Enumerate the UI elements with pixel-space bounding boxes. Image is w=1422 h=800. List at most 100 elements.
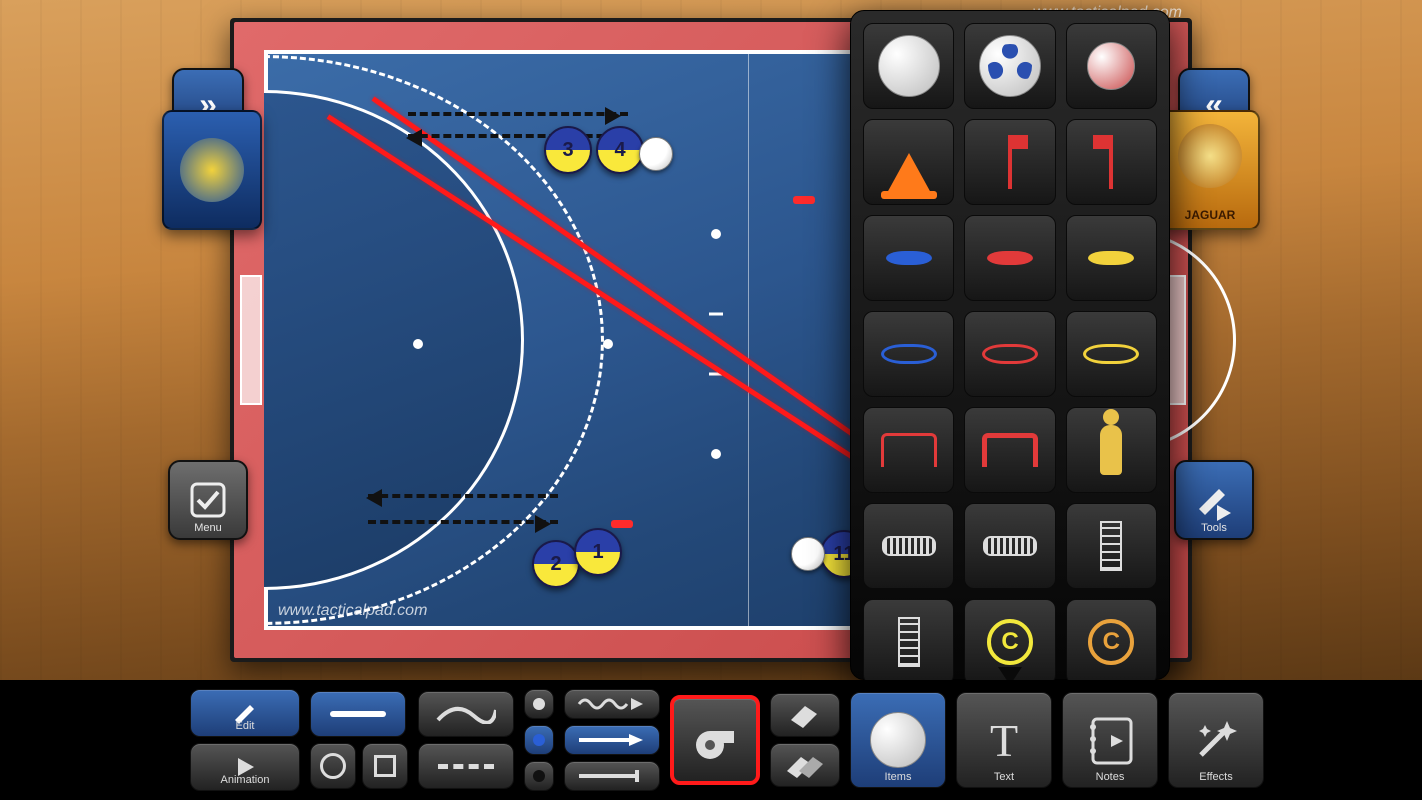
color-white-button[interactable]: [524, 689, 554, 719]
item-disc-red[interactable]: [964, 215, 1055, 301]
mid-line: [748, 54, 749, 626]
dashed-line-button[interactable]: [418, 743, 514, 789]
eraser-button[interactable]: [770, 693, 840, 737]
item-ladder-1[interactable]: [1066, 503, 1157, 589]
tools-button[interactable]: Tools: [1174, 460, 1254, 540]
dot-icon: [533, 734, 545, 746]
text-button[interactable]: T Text: [956, 692, 1052, 788]
pole-icon: [1008, 135, 1012, 189]
block-line-button[interactable]: [564, 761, 660, 791]
circle-button[interactable]: [310, 743, 356, 789]
marker-token[interactable]: [611, 520, 633, 528]
item-disc-yellow[interactable]: [1066, 215, 1157, 301]
item-pole[interactable]: [964, 119, 1055, 205]
curve-icon: [436, 704, 496, 724]
item-ball-white[interactable]: [863, 23, 954, 109]
pass-arrow[interactable]: [408, 112, 628, 116]
eraser-icon: [787, 702, 823, 728]
pencil-play-icon: [1193, 479, 1235, 521]
notes-label: Notes: [1096, 771, 1125, 783]
dashed-icon: [438, 764, 494, 769]
disc-icon: [1088, 251, 1134, 265]
marker-token[interactable]: [793, 196, 815, 204]
circle-icon: [320, 753, 346, 779]
player-num: 3: [562, 139, 573, 162]
player-token[interactable]: 2: [532, 540, 580, 588]
item-disc-blue[interactable]: [863, 215, 954, 301]
player-num: 2: [550, 553, 561, 576]
field-dot: [711, 229, 721, 239]
item-hurdle-1[interactable]: [863, 503, 954, 589]
soccer-ball-icon: [870, 712, 926, 768]
ring-icon: [982, 344, 1038, 364]
whistle-button[interactable]: [670, 695, 760, 785]
player-token[interactable]: 3: [544, 126, 592, 174]
item-goal-small[interactable]: [863, 407, 954, 493]
coach-icon: C: [1088, 619, 1134, 665]
curve-button[interactable]: [418, 691, 514, 737]
field-hash: [709, 313, 723, 316]
player-num: 1: [592, 541, 603, 564]
notes-button[interactable]: Notes: [1062, 692, 1158, 788]
square-icon: [374, 755, 396, 777]
square-button[interactable]: [362, 743, 408, 789]
whistle-icon: [690, 715, 740, 765]
ball-token[interactable]: [639, 137, 673, 171]
pass-arrow[interactable]: [368, 494, 558, 498]
color-blue-button[interactable]: [524, 725, 554, 755]
edit-button[interactable]: Edit: [190, 689, 300, 737]
arrow-button[interactable]: [564, 725, 660, 755]
item-ball-blue[interactable]: [964, 23, 1055, 109]
field-dot: [413, 339, 423, 349]
color-black-button[interactable]: [524, 761, 554, 791]
item-ring-blue[interactable]: [863, 311, 954, 397]
player-token[interactable]: 1: [574, 528, 622, 576]
goal-icon: [881, 433, 937, 467]
field-dot: [711, 449, 721, 459]
arrow-icon: [577, 732, 647, 748]
item-mannequin[interactable]: [1066, 407, 1157, 493]
watermark: www.tacticalpad.com: [278, 602, 427, 620]
field-dot: [603, 339, 613, 349]
ring-icon: [881, 344, 937, 364]
pass-arrow[interactable]: [408, 134, 628, 138]
notes-icon: [1083, 713, 1137, 767]
item-ring-red[interactable]: [964, 311, 1055, 397]
eraser-icon: [785, 751, 825, 779]
disc-icon: [886, 251, 932, 265]
team-badge-left[interactable]: [162, 110, 262, 230]
effects-button[interactable]: Effects: [1168, 692, 1264, 788]
block-icon: [577, 768, 647, 784]
pass-arrow[interactable]: [368, 520, 558, 524]
text-label: Text: [994, 771, 1014, 783]
ring-icon: [1083, 344, 1139, 364]
ladder-icon: [898, 617, 920, 667]
team-crest-icon: [180, 138, 244, 202]
item-hurdle-2[interactable]: [964, 503, 1055, 589]
item-flag[interactable]: [1066, 119, 1157, 205]
team-badge-right[interactable]: JAGUAR: [1160, 110, 1260, 230]
item-c-yellow[interactable]: C: [964, 599, 1055, 685]
items-button[interactable]: Items: [850, 692, 946, 788]
workspace: 3 4 5 6 2 1 11 7 www.tacticalpad.com www…: [0, 0, 1422, 680]
menu-button[interactable]: Menu: [168, 460, 248, 540]
ball-token[interactable]: [791, 537, 825, 571]
goal-left: [240, 275, 262, 405]
line-solid-button[interactable]: [310, 691, 406, 737]
item-ladder-2[interactable]: [863, 599, 954, 685]
item-ring-yellow[interactable]: [1066, 311, 1157, 397]
item-goal-large[interactable]: [964, 407, 1055, 493]
item-c-orange[interactable]: C: [1066, 599, 1157, 685]
team-crest-icon: [1178, 124, 1242, 188]
ladder-icon: [1100, 521, 1122, 571]
hurdle-icon: [882, 536, 936, 556]
item-cone[interactable]: [863, 119, 954, 205]
cone-icon: [887, 131, 931, 193]
coach-icon: C: [987, 619, 1033, 665]
wavy-arrow-button[interactable]: [564, 689, 660, 719]
item-ball-red[interactable]: [1066, 23, 1157, 109]
text-icon: T: [990, 714, 1018, 767]
animation-button[interactable]: Animation: [190, 743, 300, 791]
eraser-all-button[interactable]: [770, 743, 840, 787]
player-token[interactable]: 4: [596, 126, 644, 174]
